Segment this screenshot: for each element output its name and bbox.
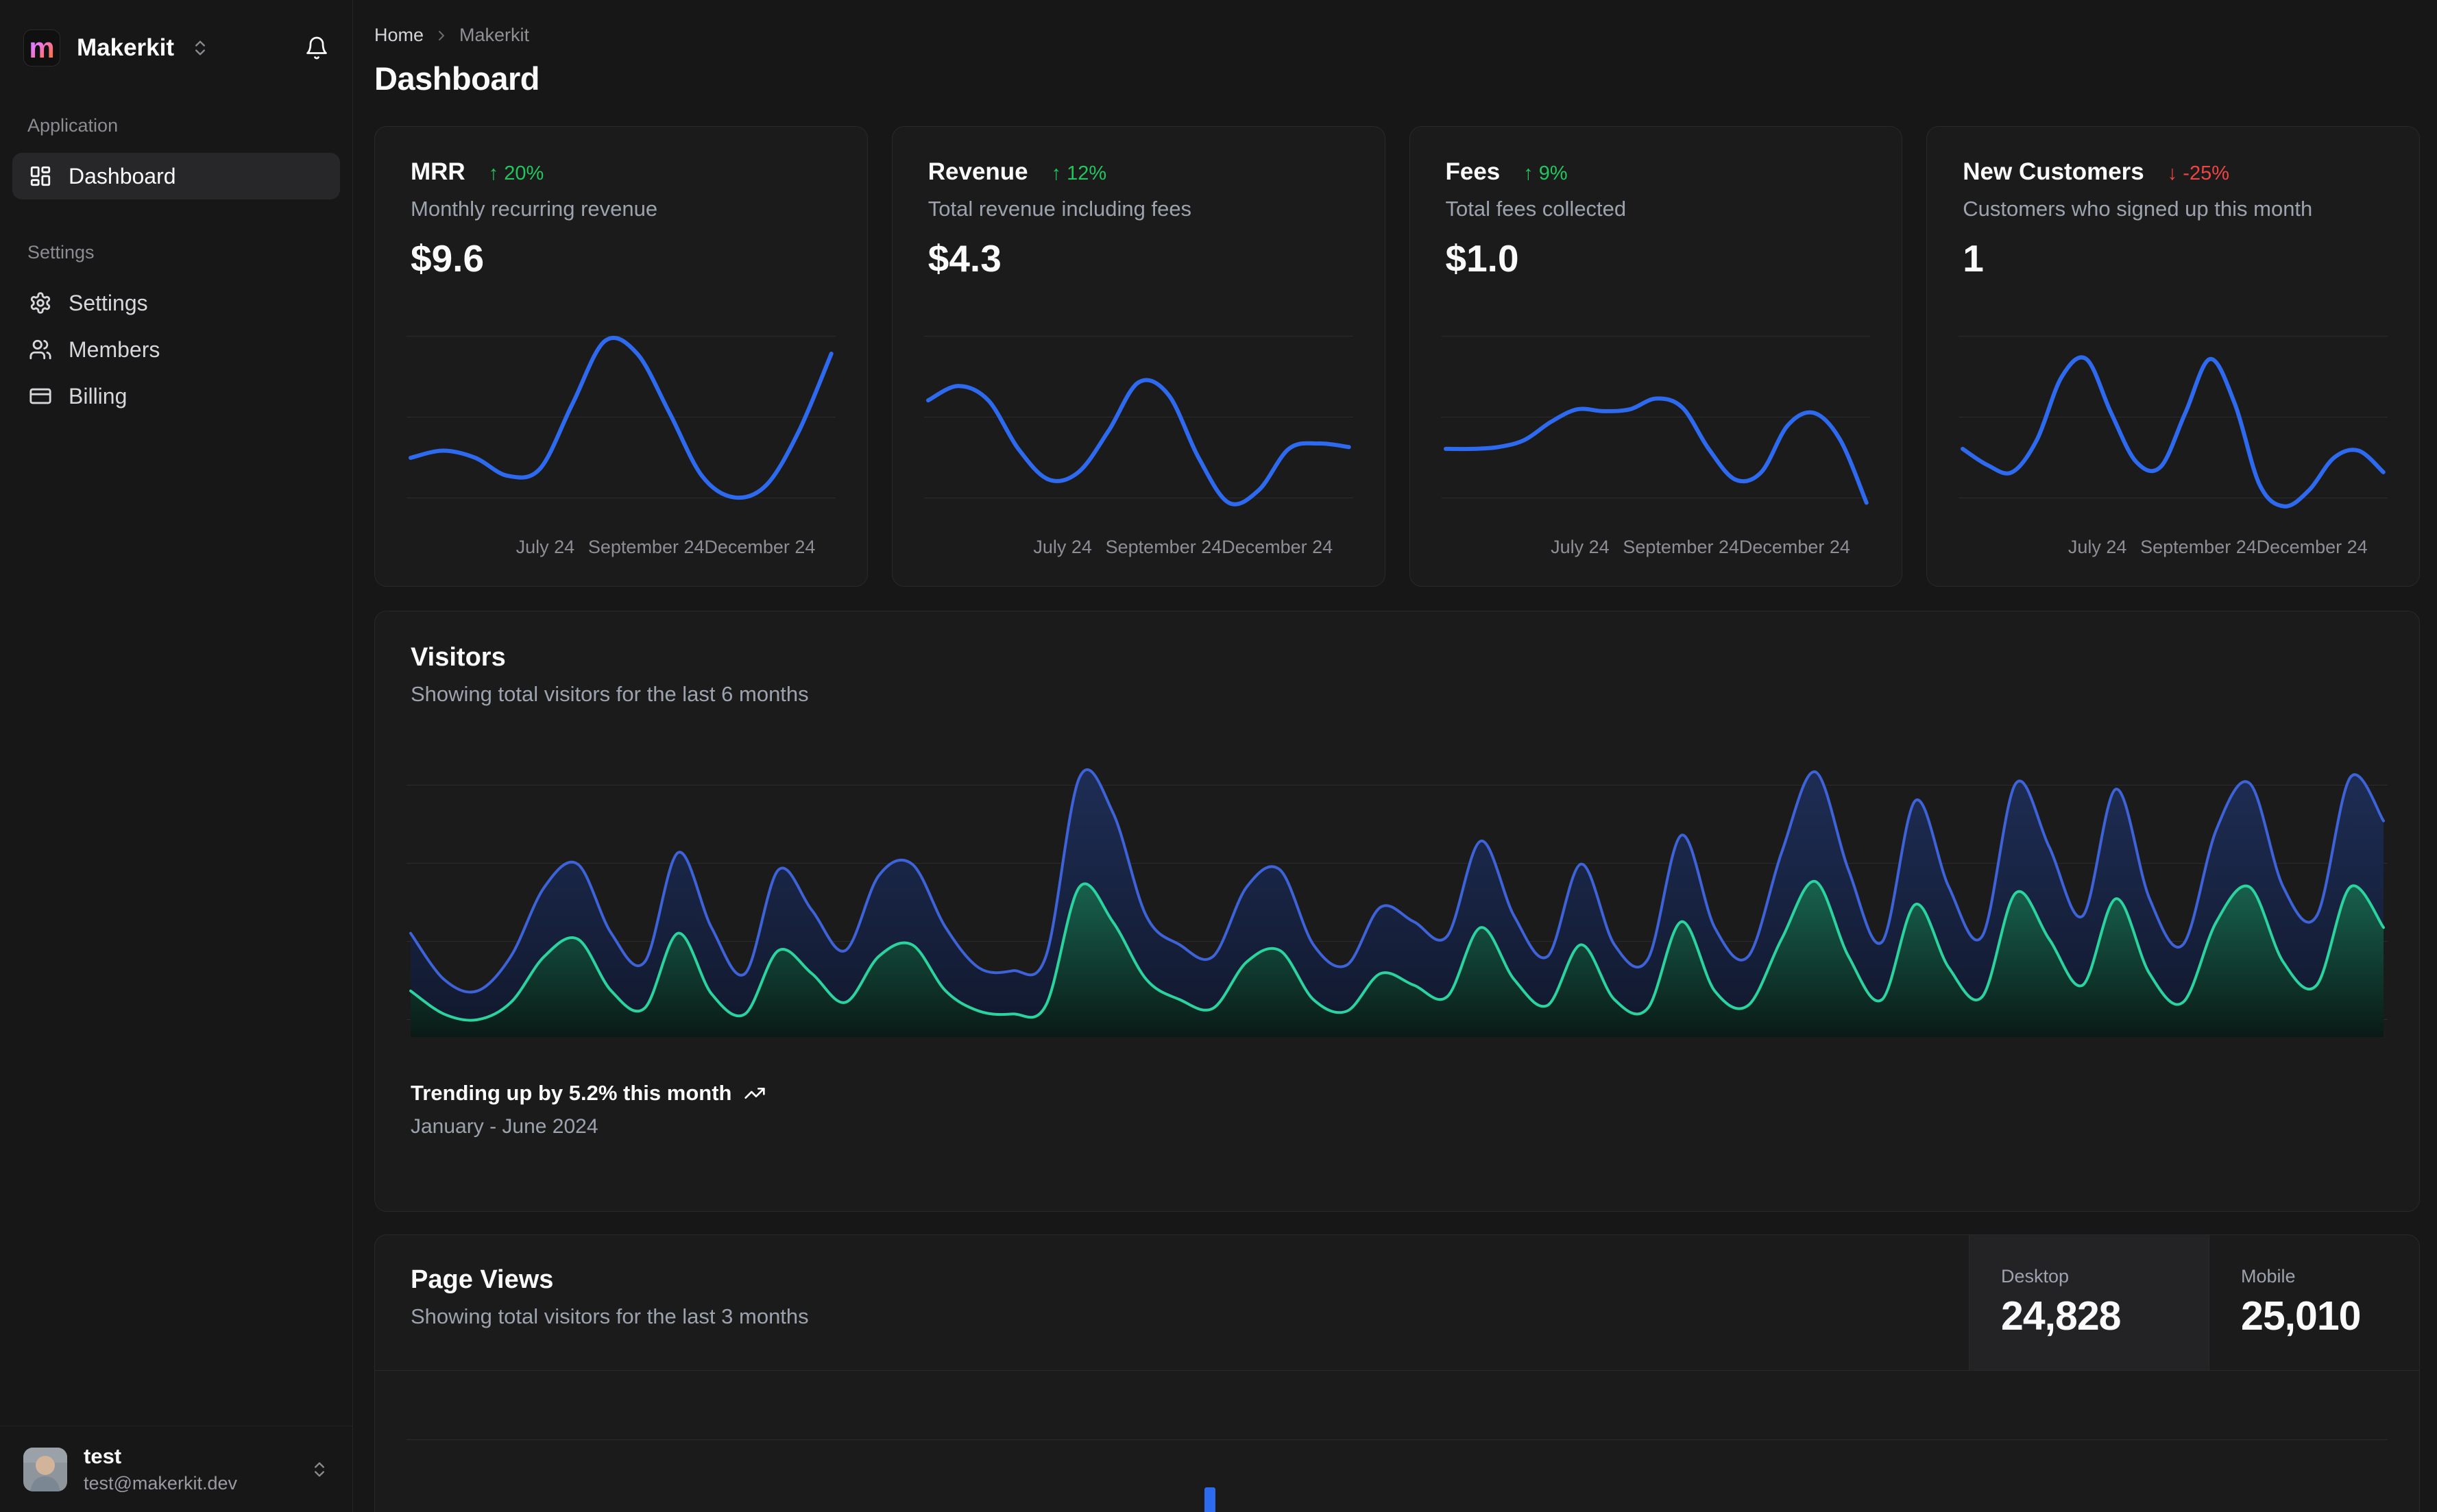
trend-badge: ↑ 12% [1051,162,1107,184]
stat-value: 1 [1963,237,1984,280]
avatar [23,1447,67,1491]
sidebar-item-settings[interactable]: Settings [12,280,340,326]
sidebar-item-billing[interactable]: Billing [12,373,340,419]
mrr-sparkline-chart [407,324,836,522]
page-title: Dashboard [374,60,540,97]
page-views-bar-chart [411,1393,2384,1512]
user-name: test [84,1444,122,1468]
stat-description: Monthly recurring revenue [411,197,658,221]
org-name: Makerkit [77,34,175,61]
sidebar-item-members[interactable]: Members [12,326,340,373]
page-views-subtitle: Showing total visitors for the last 3 mo… [411,1304,809,1328]
tab-mobile[interactable]: Mobile 25,010 [2209,1235,2419,1370]
arrow-up-icon: ↑ [488,162,499,184]
trend-badge: ↑ 20% [488,162,544,184]
nav-section-settings: Settings [27,242,95,263]
stat-title: Revenue [927,158,1028,185]
stat-title: Fees [1445,158,1501,185]
trending-up-icon [744,1082,766,1104]
stat-card-new-customers: New Customers ↓ -25% Customers who signed… [1926,126,2420,587]
logo-letter: m [29,32,55,64]
page-views-card: Page Views Showing total visitors for th… [374,1234,2420,1512]
breadcrumb-home-link[interactable]: Home [374,25,424,46]
sidebar-item-label: Dashboard [69,163,176,188]
revenue-sparkline-chart [923,324,1353,522]
main-content: Home Makerkit Dashboard MRR ↑ 20% Monthly… [354,0,2437,1512]
visitors-date-range: January - June 2024 [411,1115,598,1138]
stat-description: Customers who signed up this month [1963,197,2313,221]
stat-card-row: MRR ↑ 20% Monthly recurring revenue $9.6 … [374,126,2420,587]
tab-label: Mobile [2241,1266,2296,1287]
visitors-trend-text: Trending up by 5.2% this month [411,1081,732,1105]
stat-description: Total revenue including fees [927,197,1192,221]
nav-section-application: Application [27,115,119,136]
page-views-title: Page Views [411,1265,554,1294]
tab-desktop[interactable]: Desktop 24,828 [1969,1235,2209,1370]
sidebar-nav: Application Dashboard Settings Settings [0,115,352,419]
x-axis-labels: July 24 September 24 December 24 [1551,537,1850,557]
dashboard-icon [29,164,52,188]
stat-title: MRR [411,158,465,185]
page-views-tabs: Desktop 24,828 Mobile 25,010 [1969,1235,2419,1370]
visitors-area-chart [407,737,2388,1037]
fees-sparkline-chart [1441,324,1871,522]
x-axis-labels: July 24 September 24 December 24 [2068,537,2368,557]
new-customers-sparkline-chart [1959,324,2388,522]
sidebar: m Makerkit Application Dashboard Setting… [0,0,353,1512]
stat-value: $4.3 [927,237,1002,280]
tab-label: Desktop [2001,1266,2070,1287]
credit-card-icon [29,385,52,408]
breadcrumb-current: Makerkit [459,25,530,45]
user-email: test@makerkit.dev [84,1473,237,1493]
chevrons-up-down-icon [191,38,210,58]
sidebar-item-dashboard[interactable]: Dashboard [12,153,340,199]
visitors-card: Visitors Showing total visitors for the … [374,611,2420,1212]
stat-title: New Customers [1963,158,2144,185]
arrow-up-icon: ↑ [1051,162,1062,184]
org-switcher[interactable]: m Makerkit [0,0,352,75]
users-icon [29,338,52,361]
breadcrumb: Home Makerkit [374,25,2420,46]
chevron-right-icon [433,27,450,44]
sidebar-item-label: Billing [69,383,128,409]
stat-description: Total fees collected [1445,197,1627,221]
stat-card-fees: Fees ↑ 9% Total fees collected $1.0 July … [1409,126,1903,587]
makerkit-logo: m [23,29,60,66]
trend-badge: ↓ -25% [2167,162,2229,184]
stat-value: $1.0 [1445,237,1519,280]
user-menu[interactable]: test test@makerkit.dev [0,1426,352,1512]
sidebar-item-label: Members [69,337,160,362]
tab-value: 25,010 [2241,1293,2361,1339]
gear-icon [29,291,52,315]
x-axis-labels: July 24 September 24 December 24 [1033,537,1333,557]
stat-card-mrr: MRR ↑ 20% Monthly recurring revenue $9.6 … [374,126,868,587]
chevrons-up-down-icon [310,1460,329,1479]
stat-value: $9.6 [411,237,485,280]
trend-badge: ↑ 9% [1523,162,1568,184]
sidebar-item-label: Settings [69,290,148,315]
x-axis-labels: July 24 September 24 December 24 [516,537,816,557]
tab-value: 24,828 [2001,1293,2121,1339]
visitors-title: Visitors [411,643,506,672]
notifications-bell-icon[interactable] [304,36,329,60]
visitors-subtitle: Showing total visitors for the last 6 mo… [411,682,809,706]
stat-card-revenue: Revenue ↑ 12% Total revenue including fee… [891,126,1385,587]
arrow-down-icon: ↓ [2167,162,2178,184]
arrow-up-icon: ↑ [1523,162,1533,184]
